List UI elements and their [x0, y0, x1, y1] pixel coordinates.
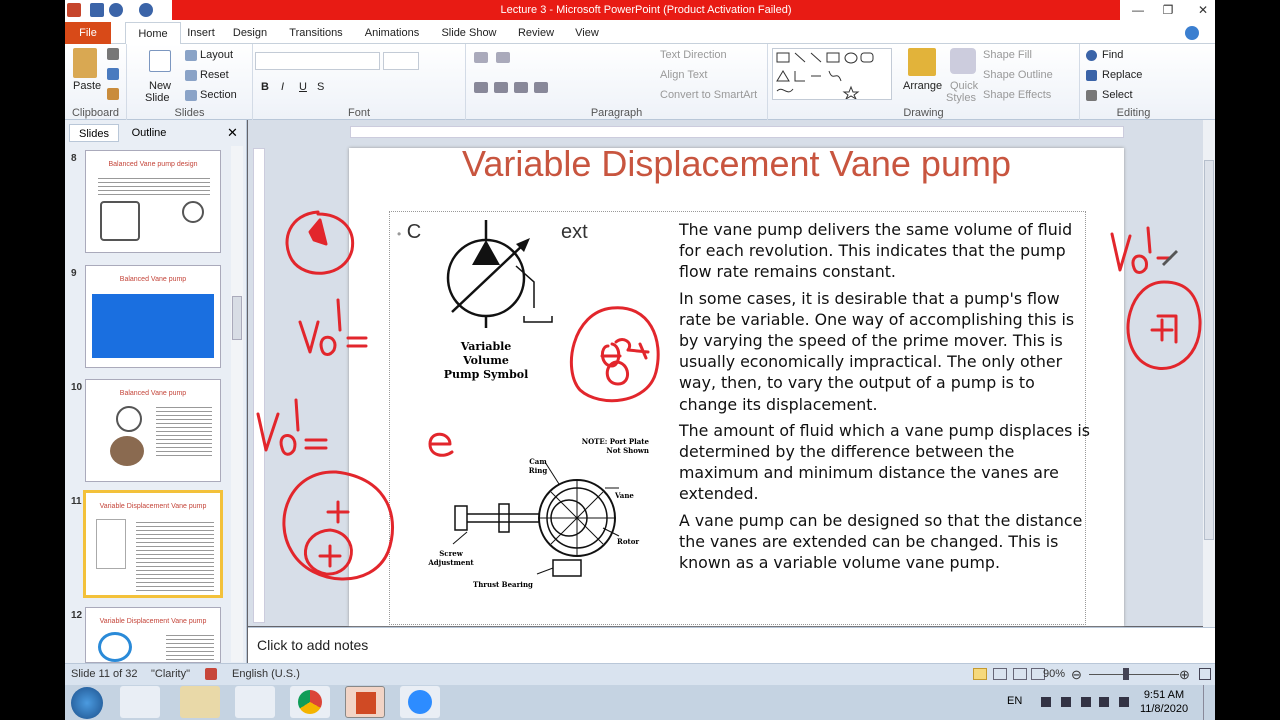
ink-vd-1 — [298, 298, 368, 356]
snipping-tool-icon[interactable] — [235, 686, 275, 718]
media-player-icon[interactable] — [120, 686, 160, 718]
network-icon[interactable] — [1119, 697, 1129, 707]
ink-circle-small — [304, 528, 353, 576]
show-desktop-button[interactable] — [1203, 685, 1215, 720]
ink-plus-3 — [1150, 314, 1178, 344]
zoom-slider-thumb[interactable] — [1123, 668, 1129, 680]
ink-plus-1 — [326, 500, 350, 524]
language-indicator[interactable]: English (U.S.) — [232, 668, 300, 680]
ink-vd-2 — [256, 398, 328, 456]
ink-circle-inner — [605, 360, 629, 386]
ink-circle-right — [1126, 280, 1202, 370]
clock-time: 9:51 AM — [1143, 689, 1185, 701]
zoom-logo — [408, 690, 432, 714]
chrome-logo — [298, 690, 322, 714]
zoom-slider[interactable] — [1089, 674, 1179, 675]
ink-e — [428, 432, 454, 457]
slide-counter: Slide 11 of 32 — [71, 668, 138, 680]
flag-icon[interactable] — [1041, 697, 1051, 707]
chat-icon[interactable] — [1081, 697, 1091, 707]
zoom-level[interactable]: 90% — [1043, 668, 1065, 680]
powerpoint-taskbar-icon[interactable] — [345, 686, 385, 718]
normal-view-icon[interactable] — [973, 668, 987, 680]
monitor-icon[interactable] — [1061, 697, 1071, 707]
zoom-in-icon[interactable]: ⊕ — [1179, 667, 1190, 683]
notes-pane[interactable]: Click to add notes — [248, 627, 1215, 663]
input-language[interactable]: EN — [1007, 695, 1022, 707]
powerpoint-logo — [356, 692, 376, 714]
chrome-icon[interactable] — [290, 686, 330, 718]
spell-check-icon[interactable] — [205, 668, 217, 680]
start-button-icon[interactable] — [71, 687, 103, 719]
zoom-app-icon[interactable] — [400, 686, 440, 718]
ink-theta — [600, 338, 650, 368]
ink-circle-large — [282, 470, 395, 581]
status-bar: Slide 11 of 32 "Clarity" English (U.S.) … — [65, 663, 1215, 685]
ink-mark — [308, 218, 328, 246]
taskbar: EN 9:51 AM 11/8/2020 — [65, 685, 1215, 720]
ink-plus-2 — [318, 544, 342, 568]
volume-icon[interactable] — [1099, 697, 1109, 707]
reading-view-icon[interactable] — [1013, 668, 1027, 680]
ink-vd-3 — [1110, 226, 1172, 274]
clock[interactable]: 9:51 AM 11/8/2020 — [1139, 688, 1189, 716]
file-explorer-icon[interactable] — [180, 686, 220, 718]
zoom-out-icon[interactable]: ⊖ — [1071, 667, 1082, 683]
ink-annotations — [256, 210, 1202, 581]
slide-sorter-icon[interactable] — [993, 668, 1007, 680]
fit-to-window-icon[interactable] — [1199, 668, 1211, 680]
clock-date: 11/8/2020 — [1139, 703, 1189, 715]
theme-name: "Clarity" — [151, 668, 190, 680]
